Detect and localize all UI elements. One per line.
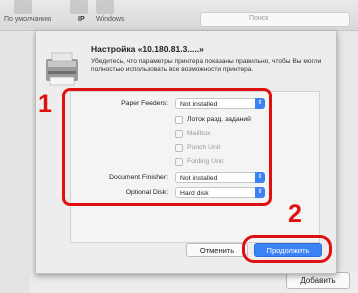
- printer-icon: [46, 52, 78, 86]
- dialog-title: Настройка «10.180.81.3.....»: [91, 44, 204, 54]
- callout-number-1: 1: [38, 90, 52, 118]
- search-placeholder: Поиск: [249, 15, 269, 22]
- tab-default[interactable]: По умолчанию: [4, 16, 51, 23]
- callout-number-2: 2: [288, 200, 302, 228]
- dialog-description: Убедитесь, что параметры принтера показа…: [91, 58, 322, 73]
- ip-tab-icon: [70, 0, 88, 14]
- cancel-button[interactable]: Отменить: [186, 243, 248, 257]
- window-toolbar: По умолчанию IP Windows Поиск: [0, 0, 358, 31]
- search-input[interactable]: Поиск: [200, 12, 350, 27]
- windows-tab-icon: [96, 0, 114, 14]
- tab-ip[interactable]: IP: [78, 16, 85, 23]
- background-pane: [336, 31, 358, 271]
- tab-windows[interactable]: Windows: [96, 16, 124, 23]
- add-button[interactable]: Добавить: [286, 272, 350, 289]
- callout-highlight-options: [62, 88, 272, 206]
- callout-highlight-continue: [242, 235, 332, 263]
- printer-list-pane: [0, 31, 30, 293]
- default-tab-icon: [14, 0, 32, 14]
